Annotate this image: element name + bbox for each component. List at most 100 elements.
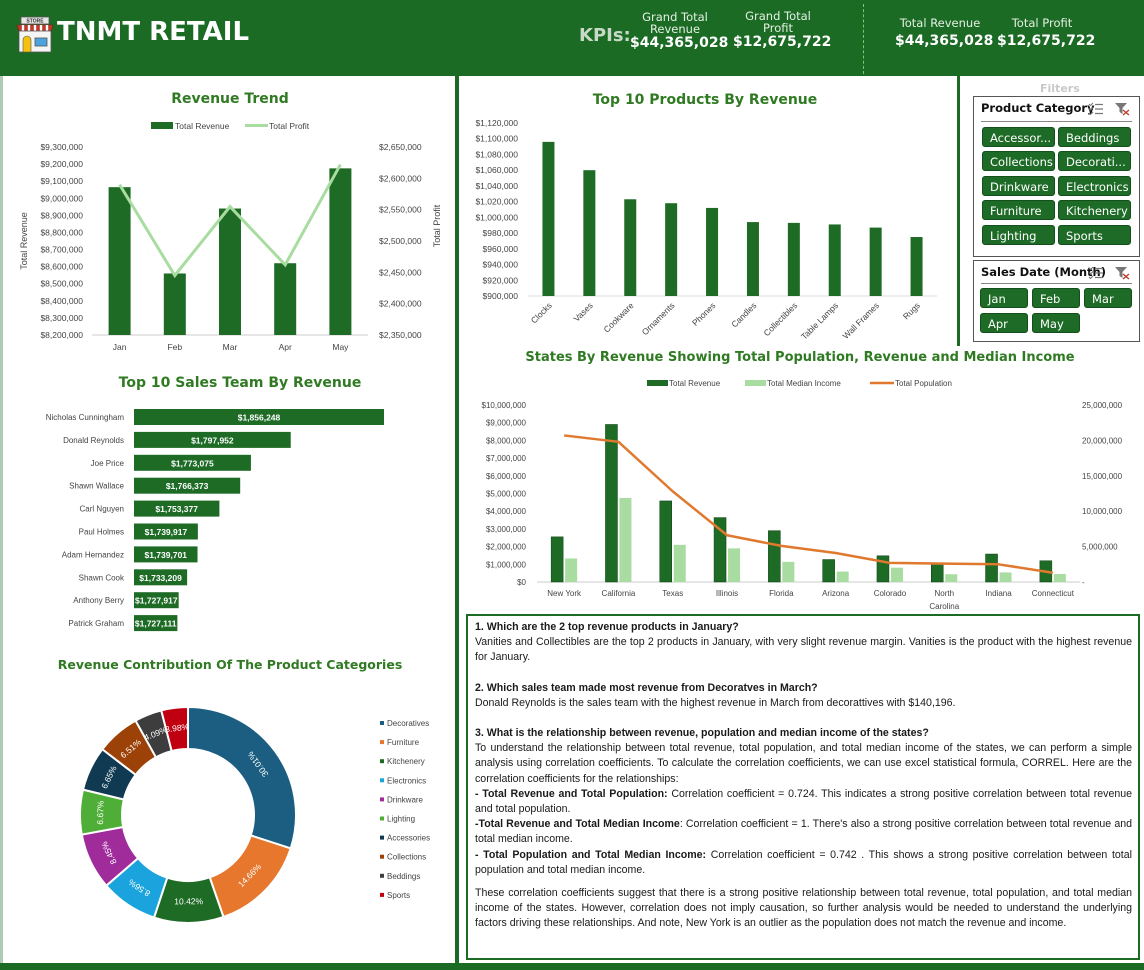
y-tick-label: $1,080,000 [475,149,518,159]
filter-chip-category[interactable]: Lighting [982,224,1055,245]
legend-swatch-furniture [380,740,384,745]
x-tick-label: North [934,589,954,598]
filter-chip-month[interactable]: Mar [1084,288,1132,308]
y-tick-label: $8,700,000 [40,245,83,255]
bar-state-median-income [728,548,741,582]
bar-product-revenue [542,141,555,296]
filter-chip-category[interactable]: Decorati... [1058,151,1131,172]
filter-chip-category[interactable]: Collections [982,151,1055,172]
x-tick-label: Ornaments [640,300,677,337]
bar-product-revenue [746,222,759,296]
x-tick-label: Texas [662,589,683,598]
legend-label-population: Total Population [895,379,952,388]
question-3: 3. What is the relationship between reve… [475,727,929,740]
bar-data-label: $1,727,917 [135,596,178,606]
x-tick-label: Wall Frames [840,300,881,341]
filter-chip-category[interactable]: Drinkware [982,175,1055,196]
correlation-1-label: - Total Revenue and Total Population: [475,787,668,800]
filter-chip-month[interactable]: Apr [980,312,1028,333]
y-tick-label: Adam Hernandez [62,550,124,559]
kpi-label: Revenue [649,22,701,36]
store-icon: STORE [16,16,54,53]
bar-state-median-income [673,544,686,582]
correlation-1: - Total Revenue and Total Population: Co… [475,787,1132,817]
bar-data-label: $1,766,373 [166,481,209,491]
y-tick-label: $10,000,000 [482,401,527,410]
filter-chip-month[interactable]: Jan [980,288,1028,308]
top-products-chart: $1,120,000 $1,100,000 $1,080,000 $1,060,000… [475,118,937,341]
y-tick-label: $3,000,000 [486,525,527,534]
correlation-3: - Total Population and Total Median Inco… [475,848,1132,878]
y-tick-label: $8,500,000 [40,279,83,289]
y-tick-label: $1,000,000 [486,560,527,569]
filter-chip-category[interactable]: Sports [1058,224,1131,245]
clear-filter-icon[interactable] [1114,102,1130,116]
filter-chip-category[interactable]: Electronics [1058,175,1131,196]
legend-label-beddings: Beddings [387,872,420,881]
multi-select-icon[interactable] [1088,266,1104,280]
slicer-rule [981,121,1132,122]
y-tick-label: $900,000 [483,291,519,301]
x-tick-label: New York [547,589,582,598]
y-tick-label: $9,200,000 [40,159,83,169]
states-chart: Total Revenue Total Median Income Total Po… [482,379,1123,611]
kpi-value: $12,675,722 [733,34,832,50]
bar-product-revenue [665,203,678,296]
panel-divider-right [957,76,960,346]
y-tick-label: $1,000,000 [475,212,518,222]
y-tick-label: Paul Holmes [79,528,124,537]
y2-tick-label: $2,600,000 [379,173,422,183]
x-tick-label: Jan [113,342,127,352]
y2-axis-title: Total Profit [432,204,442,247]
filter-chip-category[interactable]: Furniture [982,200,1055,221]
y2-tick-label: $2,350,000 [379,330,422,340]
filter-chip-month[interactable]: May [1032,312,1080,333]
legend-swatch-median-income [745,380,766,386]
kpi-total-profit: Total Profit $12,675,722 [997,17,1095,50]
answer-3-intro: To understand the relationship between t… [475,742,1132,785]
bar-product-revenue [910,237,923,296]
bar-state-revenue [985,553,998,583]
x-tick-label: Colorado [874,589,907,598]
y-tick-label: $8,600,000 [40,262,83,272]
filter-chip-month[interactable]: Feb [1032,288,1080,308]
multi-select-icon[interactable] [1088,102,1104,116]
correlation-2: -Total Revenue and Total Median Income: … [475,817,1132,847]
y-tick-label: Carl Nguyen [80,505,124,514]
kpi-divider [863,4,864,74]
clear-filter-icon[interactable] [1114,266,1130,280]
donut-slice-decoratives [187,705,297,850]
product-category-slicer: Product Category Accessor... Beddings Coll… [973,96,1140,257]
x-tick-label: Feb [167,342,182,352]
legend-swatch-electronics [380,778,384,783]
y-tick-label: $2,000,000 [486,543,527,552]
legend-swatch-collections [380,854,384,859]
x-tick-label: Carolina [929,602,959,611]
x-tick-label: Phones [690,300,717,327]
y-tick-label: $8,800,000 [40,227,83,237]
filter-chip-category[interactable]: Accessor... [982,127,1055,147]
kpi-value: $44,365,028 [895,33,994,49]
bar-data-label: $1,856,248 [238,413,281,423]
y-tick-label: Donald Reynolds [63,436,124,445]
brand-title: TNMT RETAIL [57,17,250,47]
x-tick-label: Vases [571,300,594,323]
sales-month-slicer: Sales Date (Month) Jan Feb Mar Apr May [973,260,1140,342]
x-tick-label: Clocks [529,300,554,325]
legend-label-drinkware: Drinkware [387,795,424,804]
sales-team-chart: Nicholas Cunningham $1,856,248 Donald Reyn… [46,409,384,632]
filter-chip-category[interactable]: Kitchenery [1058,200,1131,221]
kpi-value: $44,365,028 [630,35,729,51]
bar-product-revenue [869,227,882,296]
x-tick-label: Arizona [822,589,850,598]
x-tick-label: Candles [729,300,758,329]
legend-label-decoratives: Decoratives [387,719,429,728]
y-tick-label: $1,120,000 [475,118,518,128]
y2-tick-label: 10,000,000 [1082,507,1123,516]
kpis-label: KPIs: [579,25,631,46]
bar-state-revenue [822,559,835,583]
filter-chip-category[interactable]: Beddings [1058,127,1131,147]
kpi-grand-total-revenue: Grand Total Revenue $44,365,028 [630,11,729,52]
analysis-notes: 1. Which are the 2 top revenue products … [466,614,1140,960]
correlation-3-label: - Total Population and Total Median Inco… [475,848,707,861]
